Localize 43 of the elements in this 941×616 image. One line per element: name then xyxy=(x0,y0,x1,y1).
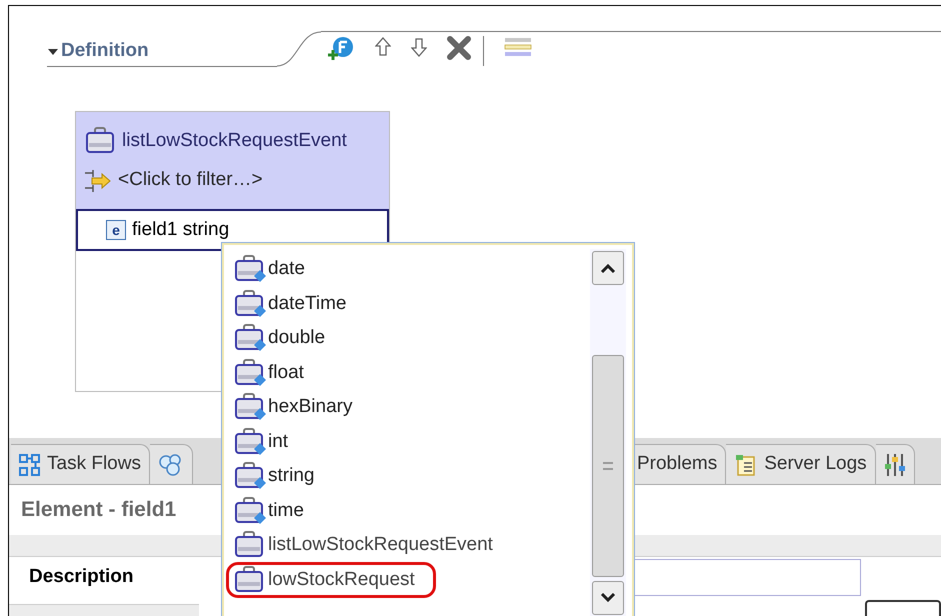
sliders-icon xyxy=(884,452,906,478)
panel-tab[interactable] xyxy=(876,444,915,484)
add-field-icon[interactable] xyxy=(327,36,355,62)
caret-down-icon xyxy=(600,593,616,603)
type-menu-item[interactable]: float xyxy=(226,354,325,391)
field-label: field1 string xyxy=(132,218,230,242)
section-toggle[interactable]: Definition xyxy=(47,37,277,67)
type-menu-item[interactable]: lowStockRequest xyxy=(226,562,436,598)
scroll-thumb[interactable] xyxy=(592,355,624,577)
scroll-down-button[interactable] xyxy=(592,581,624,615)
arrow-up-icon[interactable] xyxy=(375,36,391,58)
flow-diagram-icon xyxy=(19,454,41,476)
delete-icon[interactable] xyxy=(447,36,471,60)
simple-type-icon xyxy=(233,461,267,492)
panel-tab[interactable]: Task Flows xyxy=(11,444,150,484)
scroll-up-button[interactable] xyxy=(592,251,624,285)
description-field[interactable] xyxy=(633,558,861,596)
type-menu-item[interactable]: listLowStockRequestEvent xyxy=(226,527,514,564)
caret-up-icon xyxy=(600,263,616,273)
description-tab[interactable]: Description xyxy=(9,562,209,592)
panel-tab[interactable]: Server Logs xyxy=(726,444,876,484)
simple-type-icon xyxy=(233,426,267,457)
simple-type-icon xyxy=(233,288,267,319)
panel-tab[interactable]: Problems xyxy=(632,444,726,484)
filter-arrow-icon xyxy=(84,168,112,194)
type-menu-item[interactable]: hexBinary xyxy=(226,389,374,426)
simple-type-icon xyxy=(233,392,267,422)
properties-title: Element - field1 xyxy=(21,497,176,524)
simple-type-icon xyxy=(233,496,267,526)
simple-type-icon xyxy=(233,358,267,388)
type-menu-item[interactable]: time xyxy=(226,492,325,529)
simple-type-icon xyxy=(233,323,267,354)
panel-tab[interactable] xyxy=(150,444,193,484)
type-menu-item[interactable]: dateTime xyxy=(226,286,368,322)
type-menu-item[interactable]: string xyxy=(226,458,336,494)
business-object-name: listLowStockRequestEvent xyxy=(122,129,347,153)
type-menu-item[interactable]: double xyxy=(226,320,346,356)
filter-button[interactable]: <Click to filter…> xyxy=(84,166,381,195)
type-menu-item[interactable]: date xyxy=(226,251,326,288)
type-menu-item[interactable]: int xyxy=(226,424,310,460)
arrow-down-icon[interactable] xyxy=(411,36,427,58)
element-icon: e xyxy=(106,220,126,240)
simple-type-icon xyxy=(233,254,267,284)
